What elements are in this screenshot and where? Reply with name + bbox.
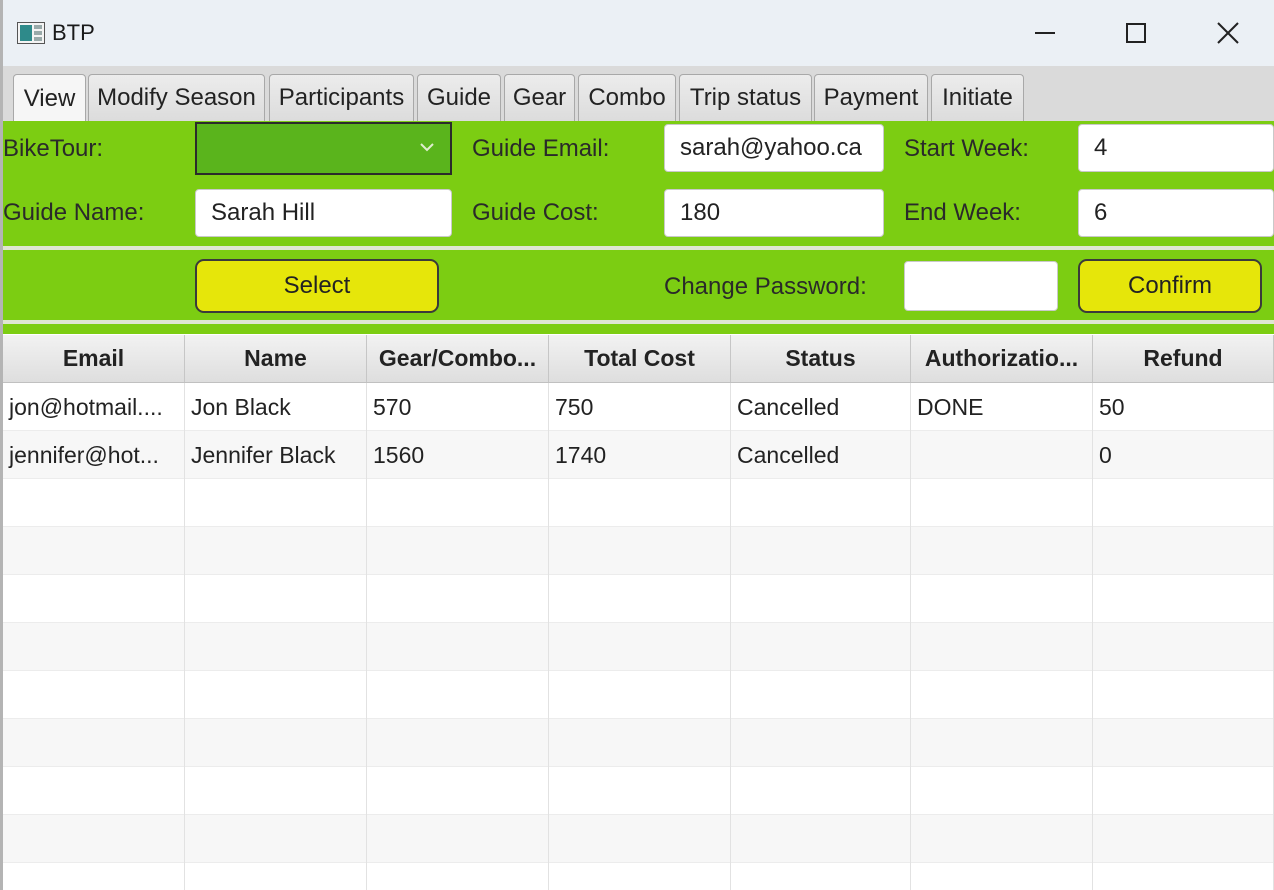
close-button[interactable] [1183, 0, 1273, 66]
maximize-icon [1126, 23, 1146, 43]
cell-authorization: DONE [911, 383, 1093, 431]
table-row[interactable]: jennifer@hot... Jennifer Black 1560 1740… [3, 431, 1274, 479]
table-row[interactable]: jon@hotmail.... Jon Black 570 750 Cancel… [3, 383, 1274, 431]
column-header-email[interactable]: Email [3, 335, 185, 382]
table-header: Email Name Gear/Combo... Total Cost Stat… [3, 335, 1274, 383]
participants-table[interactable]: Email Name Gear/Combo... Total Cost Stat… [3, 335, 1274, 890]
column-header-gear-combo[interactable]: Gear/Combo... [367, 335, 549, 382]
empty-table-row [3, 575, 1274, 623]
biketour-dropdown[interactable] [195, 122, 452, 175]
empty-table-row [3, 623, 1274, 671]
cell-status: Cancelled [731, 383, 911, 431]
change-password-field[interactable] [904, 261, 1058, 311]
chevron-down-icon [420, 143, 434, 152]
tab-participants[interactable]: Participants [269, 74, 414, 121]
tab-modify-season[interactable]: Modify Season [88, 74, 265, 121]
empty-table-row [3, 815, 1274, 863]
tab-gear[interactable]: Gear [504, 74, 575, 121]
start-week-field[interactable]: 4 [1078, 124, 1274, 172]
tab-trip-status[interactable]: Trip status [679, 74, 812, 121]
tab-payment[interactable]: Payment [814, 74, 928, 121]
tab-initiate[interactable]: Initiate [931, 74, 1024, 121]
empty-table-row [3, 863, 1274, 890]
end-week-field[interactable]: 6 [1078, 189, 1274, 237]
end-week-label: End Week: [904, 199, 1021, 226]
close-icon [1217, 22, 1239, 44]
guide-name-label: Guide Name: [3, 199, 145, 226]
column-header-status[interactable]: Status [731, 335, 911, 382]
guide-email-label: Guide Email: [472, 135, 610, 162]
cell-refund: 50 [1093, 383, 1274, 431]
guide-cost-label: Guide Cost: [472, 199, 599, 226]
start-week-label: Start Week: [904, 135, 1029, 162]
cell-gear-combo: 1560 [367, 431, 549, 479]
empty-table-row [3, 527, 1274, 575]
cell-gear-combo: 570 [367, 383, 549, 431]
cell-name: Jon Black [185, 383, 367, 431]
column-header-authorization[interactable]: Authorizatio... [911, 335, 1093, 382]
guide-email-field[interactable]: sarah@yahoo.ca [664, 124, 884, 172]
tab-combo[interactable]: Combo [578, 74, 676, 121]
cell-name: Jennifer Black [185, 431, 367, 479]
panel-strip [3, 324, 1274, 334]
empty-table-row [3, 767, 1274, 815]
tab-bar: View Modify Season Participants Guide Ge… [3, 66, 1274, 122]
window-title: BTP [52, 20, 95, 45]
minimize-button[interactable] [1000, 0, 1090, 66]
select-button[interactable]: Select [195, 259, 439, 313]
tab-guide[interactable]: Guide [417, 74, 501, 121]
cell-status: Cancelled [731, 431, 911, 479]
guide-name-field[interactable]: Sarah Hill [195, 189, 452, 237]
confirm-button[interactable]: Confirm [1078, 259, 1262, 313]
biketour-label: BikeTour: [3, 135, 104, 162]
cell-email: jennifer@hot... [3, 431, 185, 479]
app-icon [17, 22, 45, 44]
column-header-name[interactable]: Name [185, 335, 367, 382]
column-header-total-cost[interactable]: Total Cost [549, 335, 731, 382]
cell-refund: 0 [1093, 431, 1274, 479]
empty-table-row [3, 479, 1274, 527]
guide-cost-field[interactable]: 180 [664, 189, 884, 237]
empty-table-row [3, 671, 1274, 719]
title-bar: BTP [3, 0, 1274, 66]
cell-authorization [911, 431, 1093, 479]
empty-table-row [3, 719, 1274, 767]
app-window: BTP View Modify Season Participants Guid… [0, 0, 1274, 890]
minimize-icon [1035, 32, 1055, 34]
column-header-refund[interactable]: Refund [1093, 335, 1274, 382]
change-password-label: Change Password: [664, 273, 867, 300]
maximize-button[interactable] [1091, 0, 1181, 66]
cell-email: jon@hotmail.... [3, 383, 185, 431]
tab-view[interactable]: View [13, 74, 86, 122]
cell-total-cost: 750 [549, 383, 731, 431]
cell-total-cost: 1740 [549, 431, 731, 479]
